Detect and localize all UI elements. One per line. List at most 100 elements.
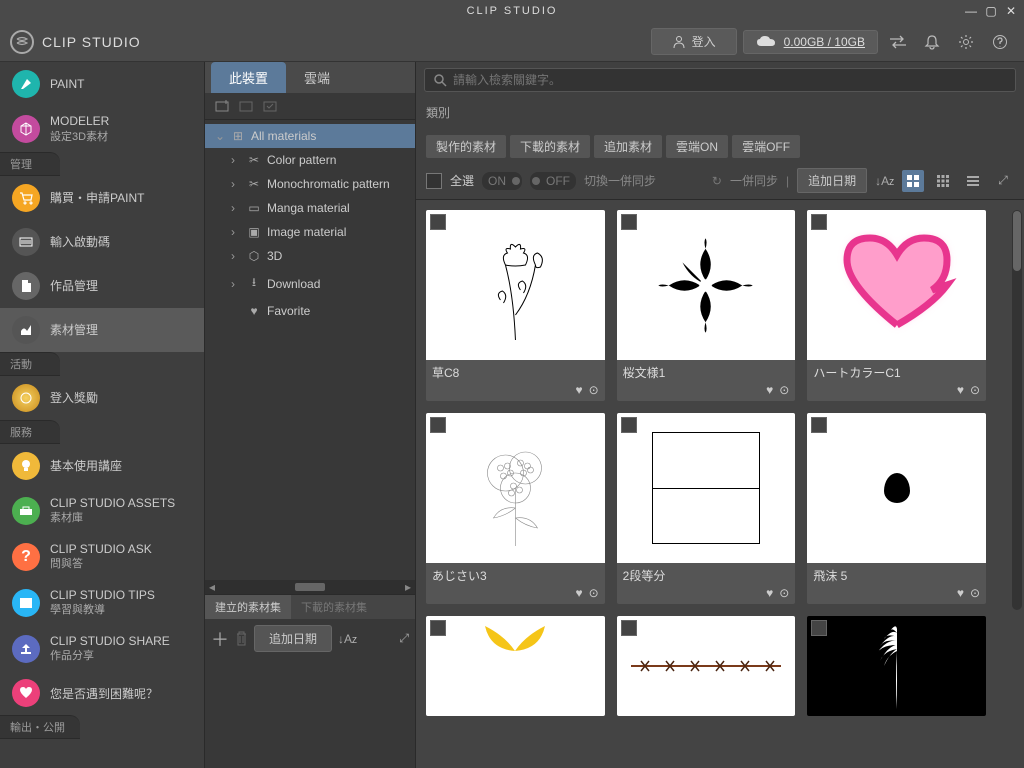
- sidebar-item-buy[interactable]: 購買・申請PAINT: [0, 176, 204, 220]
- sidebar-item-materials[interactable]: 素材管理: [0, 308, 204, 352]
- material-card[interactable]: 草C8 ♥⊙: [426, 210, 605, 401]
- trash-icon[interactable]: [235, 631, 248, 646]
- favorite-icon[interactable]: ♥: [957, 383, 964, 397]
- card-checkbox[interactable]: [430, 214, 446, 230]
- detail-icon[interactable]: ⊙: [589, 383, 599, 397]
- view-list-icon[interactable]: [962, 170, 984, 192]
- tree-color-pattern[interactable]: › ✂ Color pattern: [205, 148, 415, 172]
- close-button[interactable]: ✕: [1002, 3, 1020, 19]
- material-card[interactable]: ハートカラーC1 ♥⊙: [807, 210, 986, 401]
- sidebar-item-paint[interactable]: PAINT: [0, 62, 204, 106]
- card-checkbox[interactable]: [811, 214, 827, 230]
- maximize-button[interactable]: ▢: [982, 3, 1000, 19]
- sidebar-item-login-reward[interactable]: 登入獎勵: [0, 376, 204, 420]
- filter-downloaded[interactable]: 下載的素材: [510, 135, 590, 158]
- sort-order-icon[interactable]: ↓AZ: [338, 632, 357, 646]
- tab-downloaded-collections[interactable]: 下載的素材集: [291, 595, 377, 619]
- login-button[interactable]: 登入: [651, 28, 737, 55]
- sidebar-item-works[interactable]: 作品管理: [0, 264, 204, 308]
- sidebar-item-trouble[interactable]: 您是否遇到困難呢？: [0, 671, 204, 715]
- detail-icon[interactable]: ⊙: [970, 383, 980, 397]
- scissors-icon: ✂: [247, 177, 261, 191]
- card-checkbox[interactable]: [811, 620, 827, 636]
- sidebar-assets-label: CLIP STUDIO ASSETS: [50, 496, 175, 512]
- sync-toggle-off[interactable]: OFF: [530, 172, 576, 190]
- material-card[interactable]: あじさい3 ♥⊙: [426, 413, 605, 604]
- material-card[interactable]: [426, 616, 605, 716]
- tree-manga[interactable]: › ▭ Manga material: [205, 196, 415, 220]
- sidebar-item-ask[interactable]: ? CLIP STUDIO ASK 問與答: [0, 534, 204, 580]
- document-icon: [12, 272, 40, 300]
- card-checkbox[interactable]: [621, 417, 637, 433]
- detail-icon[interactable]: ⊙: [589, 586, 599, 600]
- favorite-icon[interactable]: ♥: [575, 383, 582, 397]
- tab-cloud[interactable]: 雲端: [286, 62, 348, 93]
- tree-root[interactable]: ⌄ ⊞ All materials: [205, 124, 415, 148]
- material-card[interactable]: 桜文様1 ♥⊙: [617, 210, 796, 401]
- view-small-grid-icon[interactable]: [932, 170, 954, 192]
- sort-dropdown[interactable]: 追加日期: [797, 168, 867, 193]
- filter-additional[interactable]: 追加素材: [594, 135, 662, 158]
- tree-3d[interactable]: › ⬡ 3D: [205, 244, 415, 268]
- filter-created[interactable]: 製作的素材: [426, 135, 506, 158]
- tree-download[interactable]: › ⭳ Download: [205, 268, 415, 299]
- sort-direction-icon[interactable]: ↓AZ: [875, 174, 894, 188]
- help-icon[interactable]: [986, 28, 1014, 56]
- cloud-storage[interactable]: 0.00GB / 10GB: [743, 30, 878, 54]
- filter-cloud-on[interactable]: 雲端ON: [666, 135, 728, 158]
- window-title: CLIP STUDIO: [467, 5, 558, 17]
- material-card[interactable]: [807, 616, 986, 716]
- refresh-icon[interactable]: ↻: [712, 174, 722, 188]
- sync-icon[interactable]: [884, 28, 912, 56]
- expand-icon[interactable]: ⤢: [399, 631, 409, 646]
- horizontal-scrollbar[interactable]: ◂ ▸: [205, 580, 415, 594]
- material-card[interactable]: [617, 616, 796, 716]
- filter-cloud-off[interactable]: 雲端OFF: [732, 135, 800, 158]
- tree-mono-pattern[interactable]: › ✂ Monochromatic pattern: [205, 172, 415, 196]
- card-checkbox[interactable]: [621, 620, 637, 636]
- tree-favorite[interactable]: › ♥ Favorite: [205, 299, 415, 323]
- logo-icon: [10, 30, 34, 54]
- tree-image[interactable]: › ▣ Image material: [205, 220, 415, 244]
- cart-icon: [12, 184, 40, 212]
- tab-created-collections[interactable]: 建立的素材集: [205, 595, 291, 619]
- card-checkbox[interactable]: [430, 620, 446, 636]
- card-checkbox[interactable]: [811, 417, 827, 433]
- view-large-grid-icon[interactable]: [902, 170, 924, 192]
- favorite-icon[interactable]: ♥: [766, 586, 773, 600]
- view-expand-icon[interactable]: ⤢: [992, 170, 1014, 192]
- scrollbar-thumb[interactable]: [295, 583, 325, 591]
- detail-icon[interactable]: ⊙: [970, 586, 980, 600]
- card-checkbox[interactable]: [621, 214, 637, 230]
- add-icon[interactable]: ＋: [211, 626, 229, 652]
- sidebar-item-share[interactable]: CLIP STUDIO SHARE 作品分享: [0, 626, 204, 672]
- search-box[interactable]: [424, 68, 1016, 92]
- detail-icon[interactable]: ⊙: [779, 383, 789, 397]
- select-all-checkbox[interactable]: [426, 173, 442, 189]
- sync-toggle-on[interactable]: ON: [482, 172, 522, 190]
- favorite-icon[interactable]: ♥: [957, 586, 964, 600]
- search-input[interactable]: [453, 73, 1007, 87]
- sidebar-item-tips[interactable]: CLIP STUDIO TIPS 學習與教導: [0, 580, 204, 626]
- new-folder-icon[interactable]: [215, 99, 231, 113]
- folder-check-icon[interactable]: [263, 99, 279, 113]
- sidebar-item-assets[interactable]: CLIP STUDIO ASSETS 素材庫: [0, 488, 204, 534]
- favorite-icon[interactable]: ♥: [766, 383, 773, 397]
- favorite-icon[interactable]: ♥: [575, 586, 582, 600]
- minimize-button[interactable]: —: [962, 3, 980, 19]
- scrollbar-thumb[interactable]: [1013, 211, 1021, 271]
- brand-logo[interactable]: CLIP STUDIO: [10, 30, 141, 54]
- material-card[interactable]: 2段等分 ♥⊙: [617, 413, 796, 604]
- vertical-scrollbar[interactable]: [1012, 210, 1022, 610]
- sidebar-item-modeler[interactable]: MODELER 設定3D素材: [0, 106, 204, 152]
- collection-sort-button[interactable]: 追加日期: [254, 625, 332, 652]
- card-checkbox[interactable]: [430, 417, 446, 433]
- material-card[interactable]: 飛沫 5 ♥⊙: [807, 413, 986, 604]
- sidebar-item-activation[interactable]: 輸入啟動碼: [0, 220, 204, 264]
- settings-icon[interactable]: [952, 28, 980, 56]
- tab-device[interactable]: 此裝置: [211, 62, 286, 93]
- delete-folder-icon[interactable]: [239, 99, 255, 113]
- notification-icon[interactable]: [918, 28, 946, 56]
- sidebar-item-basic[interactable]: 基本使用講座: [0, 444, 204, 488]
- detail-icon[interactable]: ⊙: [779, 586, 789, 600]
